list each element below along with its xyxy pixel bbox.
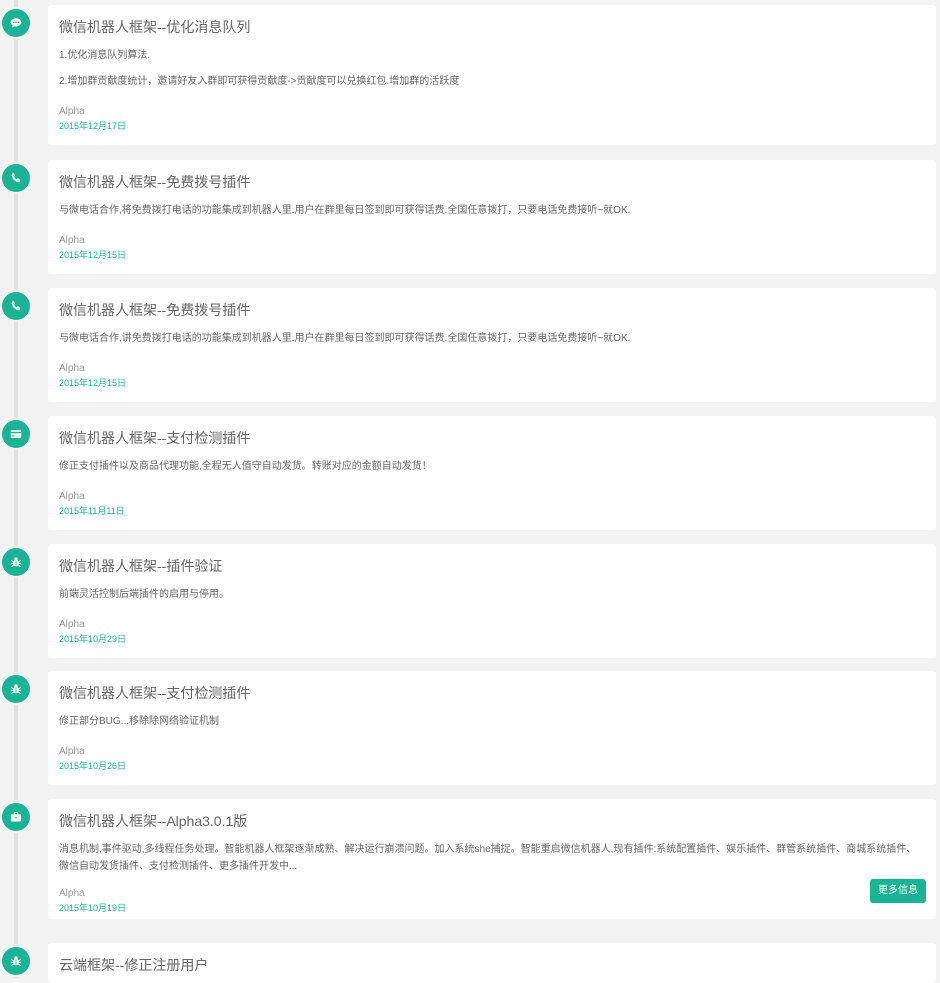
entry-author: Alpha xyxy=(59,106,85,117)
entry-date: 2015年10月29日 xyxy=(59,634,127,644)
briefcase-icon xyxy=(2,803,30,831)
timeline-card: 微信机器人框架--插件验证 前端灵活控制后端插件的启用与停用。 Alpha 20… xyxy=(48,544,936,658)
bug-icon xyxy=(2,675,30,703)
entry-author: Alpha xyxy=(59,888,85,899)
entry-date: 2015年10月26日 xyxy=(59,761,127,771)
entry-description: 修正部分BUG...移除除网络验证机制 xyxy=(59,716,220,727)
phone-icon xyxy=(2,292,30,320)
entry-author: Alpha xyxy=(59,363,85,374)
timeline-card: 微信机器人框架--支付检测插件 修正支付插件以及商品代理功能,全程无人值守自动发… xyxy=(48,416,936,530)
entry-title: 微信机器人框架--优化消息队列 xyxy=(59,19,251,35)
entry-date: 2015年12月15日 xyxy=(59,378,127,388)
comment-icon xyxy=(2,9,30,37)
entry-title: 微信机器人框架--Alpha3.0.1版 xyxy=(59,813,248,829)
entry-description: 与微电话合作,讲免费拨打电话的功能集成到机器人里.用户在群里每日签到即可获得话费… xyxy=(59,333,631,344)
entry-description: 与微电话合作,将免费拨打电话的功能集成到机器人里.用户在群里每日签到即可获得话费… xyxy=(59,205,631,216)
entry-date: 2015年10月19日 xyxy=(59,903,127,913)
entry-date: 2015年11月11日 xyxy=(59,506,125,516)
entry-description: 消息机制,事件驱动,多线程任务处理。智能机器人框架逐渐成熟、解决运行崩溃问题。加… xyxy=(59,844,917,872)
entry-author: Alpha xyxy=(59,619,85,630)
entry-author: Alpha xyxy=(59,235,85,246)
entry-author: Alpha xyxy=(59,491,85,502)
timeline-card: 微信机器人框架--免费拨号插件 与微电话合作,将免费拨打电话的功能集成到机器人里… xyxy=(48,160,936,274)
entry-description: 1.优化消息队列算法. xyxy=(59,50,151,61)
entry-description: 前端灵活控制后端插件的启用与停用。 xyxy=(59,589,229,600)
timeline-card: 微信机器人框架--支付检测插件 修正部分BUG...移除除网络验证机制 Alph… xyxy=(48,671,936,785)
entry-title: 微信机器人框架--插件验证 xyxy=(59,558,223,574)
entry-title: 微信机器人框架--支付检测插件 xyxy=(59,430,251,446)
phone-icon xyxy=(2,164,30,192)
more-info-button[interactable]: 更多信息 xyxy=(870,879,926,903)
timeline-card: 微信机器人框架--Alpha3.0.1版 消息机制,事件驱动,多线程任务处理。智… xyxy=(48,799,936,919)
timeline-card: 微信机器人框架--优化消息队列 1.优化消息队列算法. 2.增加群贡献度统计，邀… xyxy=(48,5,936,145)
entry-title: 微信机器人框架--免费拨号插件 xyxy=(59,174,251,190)
entry-date: 2015年12月15日 xyxy=(59,250,127,260)
bug-icon xyxy=(2,548,30,576)
credit-card-icon xyxy=(2,420,30,448)
entry-title: 微信机器人框架--免费拨号插件 xyxy=(59,302,251,318)
timeline: 微信机器人框架--优化消息队列 1.优化消息队列算法. 2.增加群贡献度统计，邀… xyxy=(0,0,940,983)
entry-description: 2.增加群贡献度统计，邀请好友入群即可获得贡献度->贡献度可以兑换红包.增加群的… xyxy=(59,76,460,87)
entry-description: 修正支付插件以及商品代理功能,全程无人值守自动发货。转账对应的金额自动发货！ xyxy=(59,461,432,472)
entry-author: Alpha xyxy=(59,746,85,757)
bug-icon xyxy=(2,947,30,975)
entry-title: 微信机器人框架--支付检测插件 xyxy=(59,685,251,701)
timeline-card: 微信机器人框架--免费拨号插件 与微电话合作,讲免费拨打电话的功能集成到机器人里… xyxy=(48,288,936,402)
timeline-card: 云端框架--修正注册用户 xyxy=(48,943,936,983)
entry-date: 2015年12月17日 xyxy=(59,121,127,131)
entry-title: 云端框架--修正注册用户 xyxy=(59,957,209,973)
timeline-line xyxy=(14,0,18,978)
